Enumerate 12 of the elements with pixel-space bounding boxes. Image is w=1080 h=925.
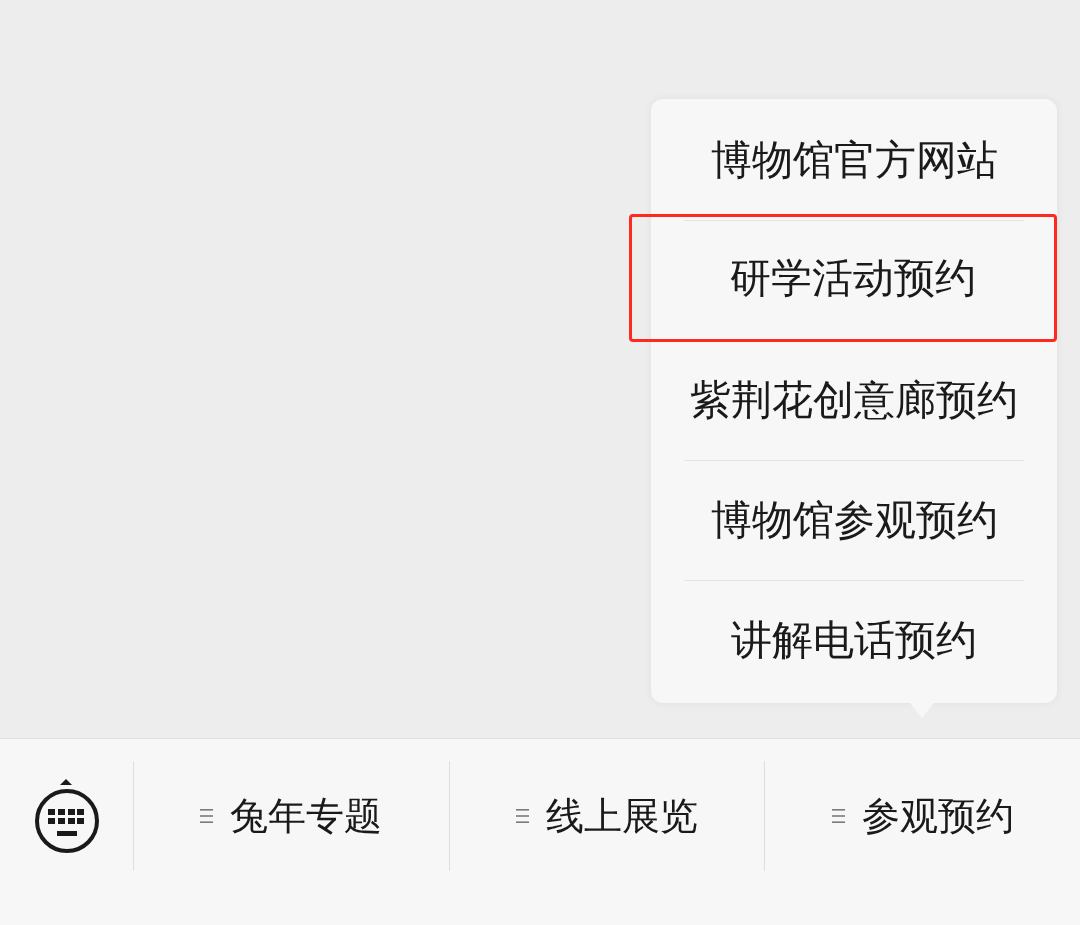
- popup-menu-item[interactable]: 紫荆花创意廊预约: [651, 341, 1057, 460]
- menu-icon: [831, 809, 845, 823]
- menu-icon: [200, 809, 214, 823]
- menu-bar-button[interactable]: 兔年专题: [200, 797, 383, 835]
- popup-menu-item[interactable]: 研学活动预约: [629, 214, 1057, 342]
- popup-menu-item[interactable]: 讲解电话预约: [651, 581, 1057, 700]
- keyboard-icon: [33, 779, 100, 853]
- menu-icon: [516, 809, 529, 823]
- popup-menu-item[interactable]: 博物馆参观预约: [651, 461, 1057, 580]
- menu-bar-button[interactable]: 参观预约: [831, 797, 1014, 835]
- keyboard-toggle-button[interactable]: [33, 779, 100, 853]
- menu-bar-button[interactable]: 线上展览: [516, 797, 698, 835]
